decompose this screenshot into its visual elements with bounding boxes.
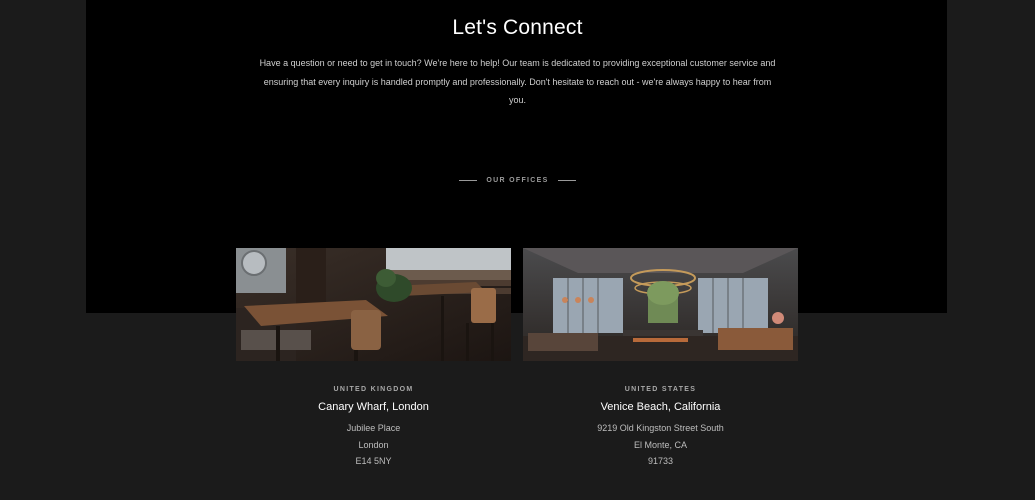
divider-left <box>459 180 478 181</box>
office-address: Jubilee Place London E14 5NY <box>236 420 511 470</box>
address-line: 9219 Old Kingston Street South <box>597 423 724 433</box>
office-address: 9219 Old Kingston Street South El Monte,… <box>523 420 798 470</box>
office-card-us: UNITED STATES Venice Beach, California 9… <box>523 248 798 470</box>
offices-heading: OUR OFFICES <box>0 177 1035 184</box>
address-line: E14 5NY <box>355 456 392 466</box>
office-city: Canary Wharf, London <box>318 401 429 413</box>
office-photo-cafe <box>236 248 511 361</box>
office-photo-lobby <box>523 248 798 361</box>
office-card-uk: UNITED KINGDOM Canary Wharf, London Jubi… <box>236 248 511 470</box>
intro-text: Have a question or need to get in touch?… <box>259 58 776 105</box>
address-line: Jubilee Place <box>346 423 401 433</box>
offices-heading-label: OUR OFFICES <box>486 177 549 184</box>
office-country: UNITED STATES <box>624 386 697 393</box>
office-city: Venice Beach, California <box>600 401 721 413</box>
hero-section <box>86 0 947 313</box>
divider-right <box>557 180 576 181</box>
page: Let's Connect Have a question or need to… <box>0 0 1035 500</box>
address-line: 91733 <box>647 456 674 466</box>
address-line: London <box>358 439 389 450</box>
address-line: El Monte, CA <box>633 439 688 450</box>
office-country: UNITED KINGDOM <box>333 386 414 393</box>
page-title: Let's Connect <box>452 16 583 39</box>
